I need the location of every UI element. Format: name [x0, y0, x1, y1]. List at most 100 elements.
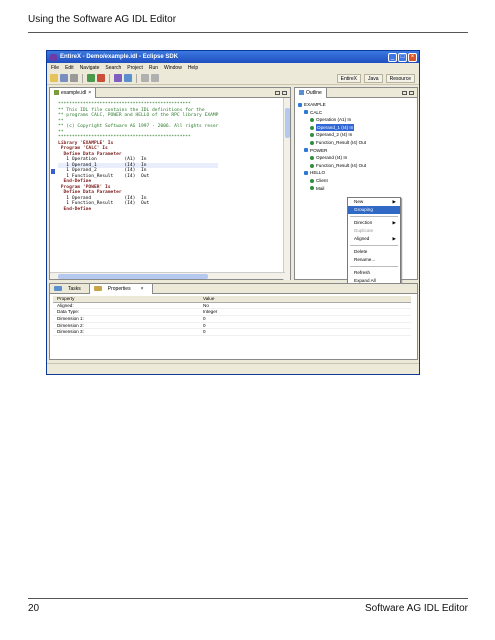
- table-row[interactable]: Data Type: Integer: [53, 309, 411, 317]
- tree-item[interactable]: EXAMPLE: [298, 101, 366, 109]
- footer-rule: [28, 598, 468, 599]
- window-titlebar: EntireX - Demo/example.idl - Eclipse SDK…: [47, 51, 419, 63]
- menu-item-refresh[interactable]: Refresh: [348, 269, 400, 277]
- properties-tab[interactable]: Properties ×: [88, 283, 153, 294]
- menu-window[interactable]: Window: [164, 65, 182, 71]
- tree-item[interactable]: Operand (I4) In: [310, 154, 366, 162]
- submenu-arrow-icon: ▶: [392, 220, 396, 225]
- forward-icon[interactable]: [151, 74, 159, 82]
- menubar: File Edit Navigate Search Project Run Wi…: [47, 63, 419, 72]
- parameter-icon: [310, 163, 314, 168]
- editor-tab[interactable]: example.idl ×: [50, 87, 97, 98]
- menu-run[interactable]: Run: [149, 65, 158, 71]
- tool-icon[interactable]: [114, 74, 122, 82]
- outline-tree: EXAMPLE CALC Operation (A1) In Operand_1…: [298, 101, 366, 192]
- parameter-icon: [310, 140, 314, 145]
- menu-item-direction[interactable]: Direction ▶: [348, 219, 400, 227]
- print-icon[interactable]: [70, 74, 78, 82]
- header-rule: [28, 32, 468, 33]
- table-row[interactable]: Aligned: No: [53, 303, 411, 310]
- outline-icon: [299, 90, 304, 95]
- menu-project[interactable]: Project: [127, 65, 143, 71]
- menu-edit[interactable]: Edit: [65, 65, 74, 71]
- toolbar-separator: [109, 73, 110, 83]
- toolbar: EntireX Java Resource: [47, 72, 419, 85]
- outline-tab-label: Outline: [306, 89, 322, 96]
- menu-file[interactable]: File: [51, 65, 59, 71]
- minimize-view-icon[interactable]: [402, 90, 407, 95]
- table-row[interactable]: Dimension 2: 0: [53, 323, 411, 330]
- tree-item[interactable]: Function_Result (I4) Out: [310, 162, 366, 170]
- perspective-resource[interactable]: Resource: [385, 73, 415, 83]
- program-icon: [304, 110, 308, 115]
- tree-item-selected[interactable]: Operand_1 (I4) In: [310, 123, 366, 132]
- properties-icon: [93, 286, 102, 291]
- menu-separator: [350, 245, 398, 246]
- gutter-marker: [51, 169, 55, 174]
- parameter-icon: [310, 178, 314, 183]
- table-row[interactable]: Dimension 1: 0: [53, 316, 411, 323]
- idl-file-icon: [54, 90, 59, 95]
- toolbar-separator: [136, 73, 137, 83]
- close-tab-icon[interactable]: ×: [88, 90, 91, 96]
- maximize-view-icon[interactable]: [409, 90, 414, 95]
- menu-item-rename[interactable]: Rename...: [348, 256, 400, 264]
- close-icon[interactable]: ×: [408, 52, 417, 62]
- column-header[interactable]: Property: [53, 296, 203, 302]
- editor-tab-label: example.idl: [61, 89, 87, 96]
- menu-item-grouping[interactable]: Grouping: [348, 206, 400, 214]
- menu-navigate[interactable]: Navigate: [80, 65, 100, 71]
- window-title: EntireX - Demo/example.idl - Eclipse SDK: [60, 54, 179, 60]
- menu-item-new[interactable]: New ▶: [348, 198, 400, 206]
- back-icon[interactable]: [141, 74, 149, 82]
- perspective-entirex[interactable]: EntireX: [336, 73, 362, 83]
- submenu-arrow-icon: ▶: [392, 236, 396, 241]
- tree-item[interactable]: POWER: [304, 147, 366, 155]
- menu-item-aligned[interactable]: Aligned ▶: [348, 235, 400, 243]
- code-line: ** (c) Copyright Software AG 1997 - 2006…: [58, 124, 219, 129]
- tasks-tab[interactable]: Tasks: [50, 284, 89, 294]
- column-header[interactable]: Value: [203, 296, 403, 302]
- tree-item[interactable]: Function_Result (I4) Out: [310, 139, 366, 147]
- app-icon: [50, 53, 57, 61]
- tree-item[interactable]: CALC: [304, 109, 366, 117]
- close-tab-icon[interactable]: ×: [137, 284, 148, 294]
- horizontal-scrollbar[interactable]: [50, 272, 285, 279]
- menu-search[interactable]: Search: [105, 65, 121, 71]
- run-icon[interactable]: [87, 74, 95, 82]
- running-header: Using the Software AG IDL Editor: [28, 14, 177, 25]
- menu-separator: [350, 266, 398, 267]
- tree-item[interactable]: Operation (A1) In: [310, 116, 366, 124]
- debug-icon[interactable]: [97, 74, 105, 82]
- properties-view: Tasks Properties × Property Value Aligned…: [49, 283, 418, 360]
- parameter-icon: [310, 155, 314, 160]
- menu-item-duplicate: Duplicate: [354, 228, 374, 233]
- code-line: End-Define: [58, 206, 92, 212]
- program-icon: [304, 171, 308, 176]
- outline-tab[interactable]: Outline: [295, 87, 327, 98]
- idl-source[interactable]: ****************************************…: [58, 102, 219, 212]
- new-icon[interactable]: [50, 74, 58, 82]
- toolbar-separator: [82, 73, 83, 83]
- minimize-icon[interactable]: _: [388, 52, 397, 62]
- tree-item[interactable]: Client: [310, 177, 366, 185]
- table-row[interactable]: Dimension 3: 0: [53, 329, 411, 337]
- properties-table: Property Value Aligned: No Data Type: Inte…: [53, 296, 411, 337]
- maximize-view-icon[interactable]: [282, 90, 287, 95]
- vertical-scrollbar[interactable]: [283, 98, 290, 280]
- perspective-java[interactable]: Java: [364, 73, 383, 83]
- search-icon[interactable]: [124, 74, 132, 82]
- page-number: 20: [28, 603, 40, 614]
- tree-item[interactable]: HELLO: [304, 169, 366, 177]
- minimize-view-icon[interactable]: [275, 90, 280, 95]
- menu-help[interactable]: Help: [188, 65, 198, 71]
- eclipse-window-screenshot: EntireX - Demo/example.idl - Eclipse SDK…: [46, 50, 420, 375]
- maximize-icon[interactable]: □: [398, 52, 407, 62]
- menu-item-delete[interactable]: Delete: [348, 248, 400, 256]
- tree-item[interactable]: Operand_2 (I4) In: [310, 131, 366, 139]
- idl-editor[interactable]: example.idl × **************************…: [49, 87, 291, 280]
- save-icon[interactable]: [60, 74, 68, 82]
- parameter-icon: [310, 133, 314, 138]
- library-icon: [298, 102, 302, 107]
- tree-item[interactable]: Mail: [310, 185, 366, 193]
